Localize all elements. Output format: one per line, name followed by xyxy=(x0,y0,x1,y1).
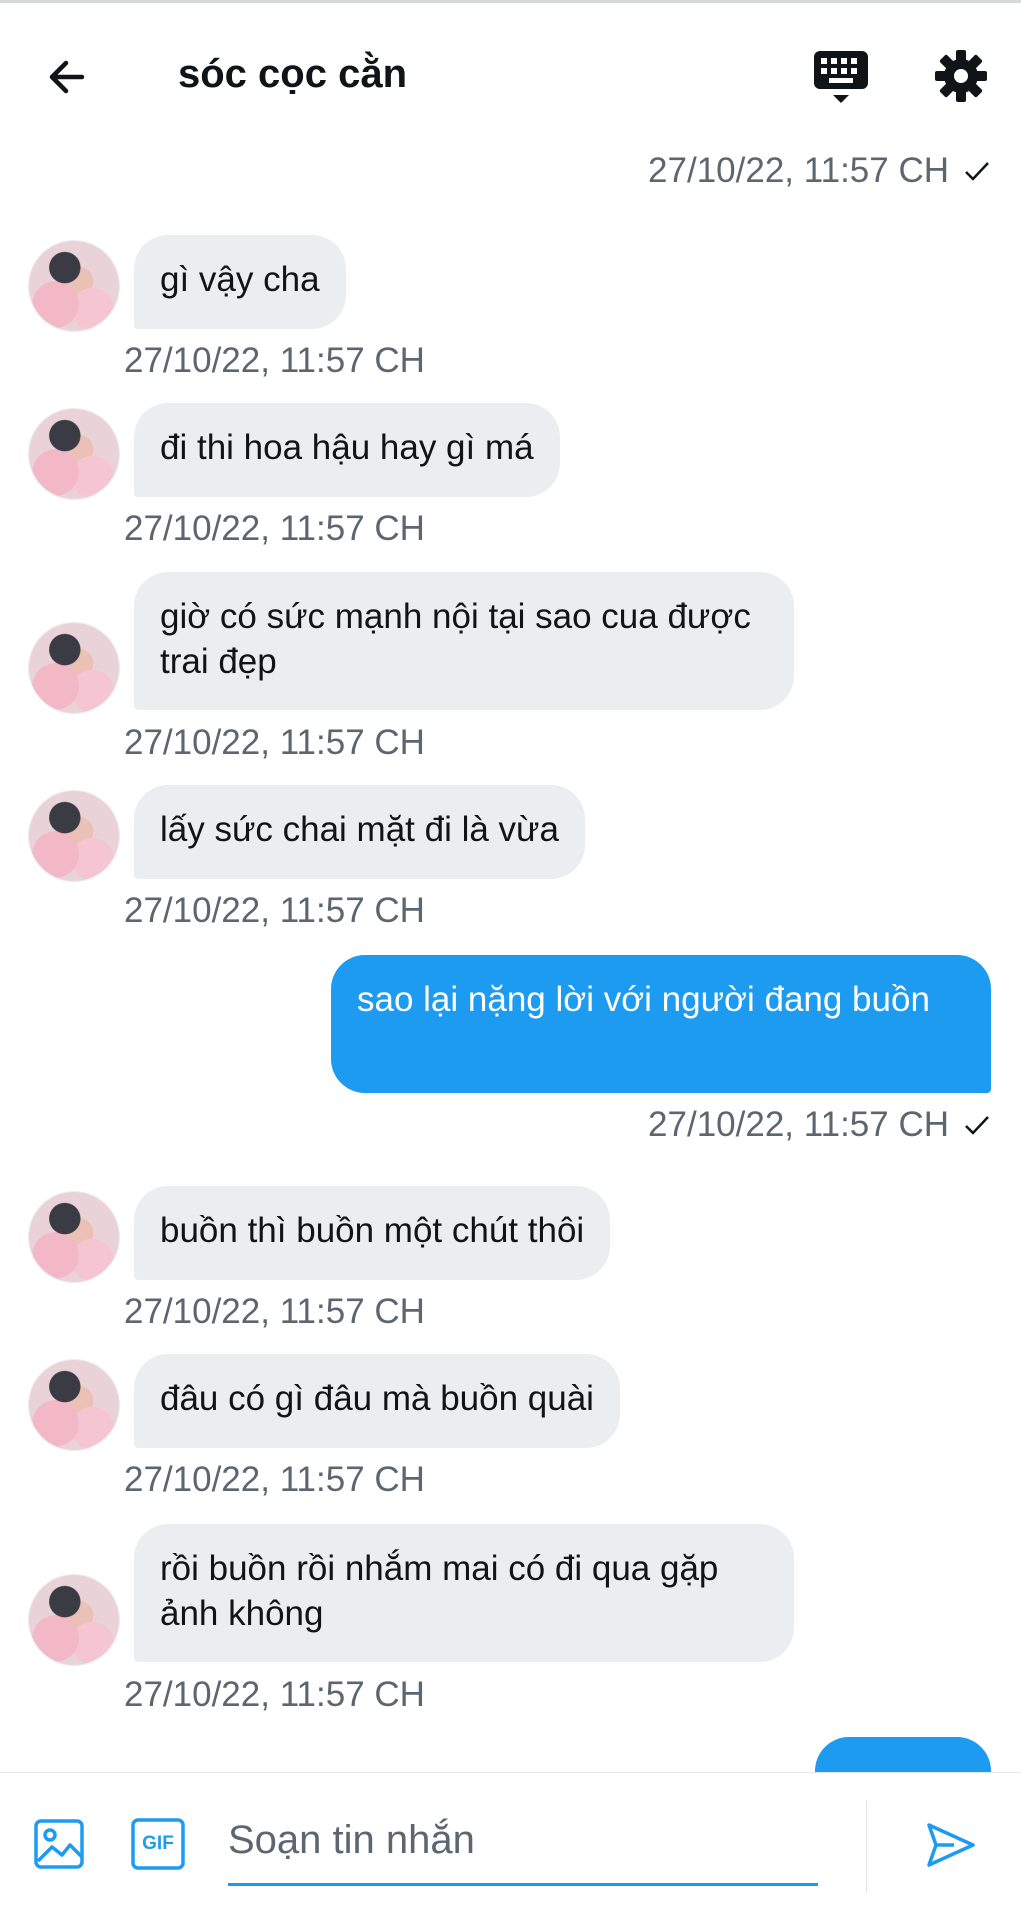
message-list[interactable]: 27/10/22, 11:57 CH gì vậy cha 27/10/22, … xyxy=(0,133,1021,1772)
message-bubble-received[interactable]: lấy sức chai mặt đi là vừa xyxy=(134,785,585,879)
avatar[interactable] xyxy=(28,790,120,882)
conversation-settings-button[interactable] xyxy=(932,47,990,105)
check-icon xyxy=(965,162,989,181)
message-bubble-received[interactable]: rồi buồn rồi nhắm mai có đi qua gặp ảnh … xyxy=(134,1524,794,1662)
conversation-header: sóc cọc cằn xyxy=(0,3,1021,133)
message-timestamp: 27/10/22, 11:57 CH xyxy=(124,1460,425,1499)
add-media-button[interactable] xyxy=(32,1817,86,1876)
send-icon xyxy=(927,1823,975,1867)
send-button[interactable] xyxy=(924,1819,978,1876)
message-timestamp: 27/10/22, 11:57 CH xyxy=(124,341,425,380)
message-timestamp: 27/10/22, 11:57 CH xyxy=(648,1103,991,1147)
composer-divider xyxy=(866,1801,867,1893)
message-timestamp: 27/10/22, 11:57 CH xyxy=(124,1292,425,1331)
message-timestamp: 27/10/22, 11:57 CH xyxy=(124,891,425,930)
message-bubble-sent-partial[interactable] xyxy=(815,1737,991,1772)
avatar[interactable] xyxy=(28,622,120,714)
message-input[interactable] xyxy=(228,1803,818,1877)
message-composer: GIF xyxy=(0,1772,1021,1921)
message-bubble-received[interactable]: đi thi hoa hậu hay gì má xyxy=(134,403,560,497)
image-icon xyxy=(34,1819,84,1869)
conversation-title[interactable]: sóc cọc cằn xyxy=(178,49,407,99)
gif-button[interactable]: GIF xyxy=(130,1817,186,1871)
avatar[interactable] xyxy=(28,240,120,332)
gif-label: GIF xyxy=(142,1833,174,1854)
avatar[interactable] xyxy=(28,1574,120,1666)
message-timestamp: 27/10/22, 11:57 CH xyxy=(648,149,991,193)
avatar[interactable] xyxy=(28,408,120,500)
message-timestamp: 27/10/22, 11:57 CH xyxy=(124,723,425,762)
gear-icon xyxy=(935,50,987,102)
avatar[interactable] xyxy=(28,1191,120,1283)
message-bubble-received[interactable]: gì vậy cha xyxy=(134,235,346,329)
message-input-container xyxy=(228,1803,818,1886)
keyboard-shortcuts-button[interactable] xyxy=(808,45,874,109)
message-bubble-received[interactable]: đâu có gì đâu mà buồn quài xyxy=(134,1354,620,1448)
message-bubble-sent[interactable]: sao lại nặng lời với người đang buồn xyxy=(331,955,991,1093)
back-button[interactable] xyxy=(38,47,98,107)
message-timestamp: 27/10/22, 11:57 CH xyxy=(124,509,425,548)
check-icon xyxy=(965,1116,989,1135)
message-timestamp: 27/10/22, 11:57 CH xyxy=(124,1675,425,1714)
message-bubble-received[interactable]: giờ có sức mạnh nội tại sao cua được tra… xyxy=(134,572,794,710)
keyboard-icon xyxy=(814,51,868,103)
arrow-left-icon xyxy=(49,60,85,94)
avatar[interactable] xyxy=(28,1359,120,1451)
message-bubble-received[interactable]: buồn thì buồn một chút thôi xyxy=(134,1186,611,1280)
